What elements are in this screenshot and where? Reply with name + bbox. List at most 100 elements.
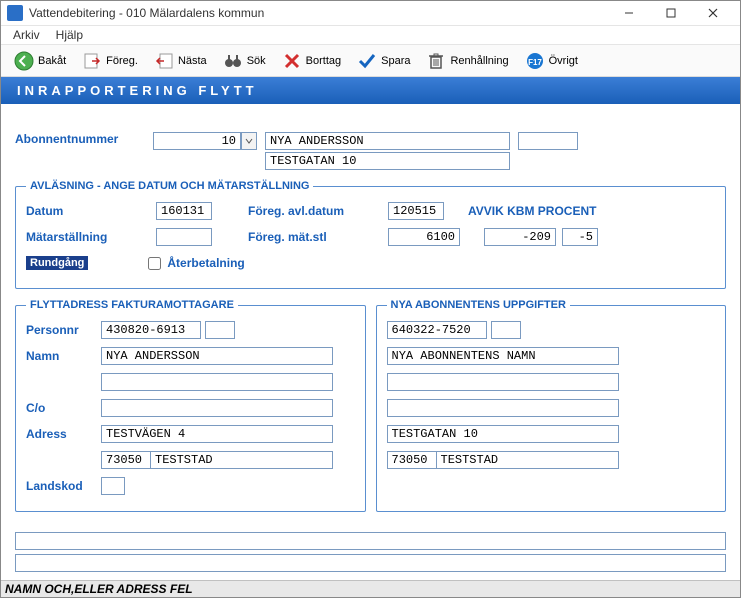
titlebar: Vattendebitering - 010 Mälardalens kommu… [1,1,740,26]
subscriber-name-field[interactable] [265,132,510,150]
refund-checkbox[interactable] [148,257,161,270]
delete-button[interactable]: Borttag [275,46,348,76]
refund-checkbox-wrap[interactable]: Återbetalning [148,256,244,270]
back-label: Bakåt [38,55,66,67]
next-icon [154,51,174,71]
prev-label: Föreg. [106,55,138,67]
menu-arkiv[interactable]: Arkiv [5,26,48,44]
co-label: C/o [26,401,101,415]
search-label: Sök [247,55,266,67]
maximize-icon [666,8,676,18]
long-field-2[interactable] [15,554,726,572]
new-namn2-field[interactable] [387,373,619,391]
trash-icon [426,51,446,71]
deviation-kbm-field[interactable] [484,228,556,246]
prev-icon [82,51,102,71]
personnr-field[interactable] [101,321,201,339]
personnr-label: Personnr [26,323,101,337]
subscriber-dropdown-button[interactable] [241,132,257,150]
back-icon [14,51,34,71]
namn-field[interactable] [101,347,333,365]
new-postnr-field[interactable] [387,451,437,469]
menubar: Arkiv Hjälp [1,26,740,45]
adress-label: Adress [26,427,101,441]
namn-label: Namn [26,349,101,363]
new-subscriber-fieldset: NYA ABONNENTENS UPPGIFTER [376,299,727,512]
ort-field[interactable] [151,451,333,469]
bottom-fields [15,532,726,572]
landskod-label: Landskod [26,479,101,493]
new-adress-field[interactable] [387,425,619,443]
personnr-extra-field[interactable] [205,321,235,339]
date-field[interactable] [156,202,212,220]
trash-button[interactable]: Renhållning [419,46,515,76]
deviation-pct-field[interactable] [562,228,598,246]
subscriber-label: Abonnentnummer [15,132,145,146]
search-button[interactable]: Sök [216,46,273,76]
reading-legend: AVLÄSNING - ANGE DATUM OCH MÄTARSTÄLLNIN… [26,180,313,192]
subscriber-row: Abonnentnummer [15,132,726,170]
meter-label: Mätarställning [26,230,156,244]
new-ort-field[interactable] [437,451,619,469]
co-field[interactable] [101,399,333,417]
maximize-button[interactable] [650,1,692,25]
banner-title: INRAPPORTERING FLYTT [17,83,258,98]
new-co-field[interactable] [387,399,619,417]
window-controls [608,1,734,25]
deviation-label: AVVIK KBM PROCENT [468,204,596,218]
round-trip-label[interactable]: Rundgång [26,256,88,270]
save-button[interactable]: Spara [350,46,417,76]
refund-label: Återbetalning [167,256,244,270]
address-fieldsets: FLYTTADRESS FAKTURAMOTTAGARE Personnr Na… [15,299,726,522]
postnr-field[interactable] [101,451,151,469]
toolbar: Bakåt Föreg. Nästa Sök Borttag [1,45,740,77]
other-label: Övrigt [549,55,578,67]
date-label: Datum [26,204,156,218]
prev-date-label: Föreg. avl.datum [248,204,388,218]
subscriber-number-field[interactable] [153,132,241,150]
svg-text:F17: F17 [528,58,542,67]
namn2-field[interactable] [101,373,333,391]
new-personnr-extra-field[interactable] [491,321,521,339]
back-button[interactable]: Bakåt [7,46,73,76]
close-icon [708,8,718,18]
new-personnr-field[interactable] [387,321,487,339]
trash-label: Renhållning [450,55,508,67]
next-label: Nästa [178,55,207,67]
new-namn-field[interactable] [387,347,619,365]
minimize-icon [624,8,634,18]
delete-label: Borttag [306,55,341,67]
meter-field[interactable] [156,228,212,246]
next-button[interactable]: Nästa [147,46,214,76]
reading-fieldset: AVLÄSNING - ANGE DATUM OCH MÄTARSTÄLLNIN… [15,180,726,289]
statusbar: NAMN OCH,ELLER ADRESS FEL [1,580,740,597]
minimize-button[interactable] [608,1,650,25]
long-field-1[interactable] [15,532,726,550]
prev-date-field[interactable] [388,202,444,220]
app-window: Vattendebitering - 010 Mälardalens kommu… [0,0,741,598]
status-text: NAMN OCH,ELLER ADRESS FEL [5,582,193,596]
check-icon [357,51,377,71]
subscriber-extra-field[interactable] [518,132,578,150]
invoice-address-fieldset: FLYTTADRESS FAKTURAMOTTAGARE Personnr Na… [15,299,366,512]
save-label: Spara [381,55,410,67]
new-legend: NYA ABONNENTENS UPPGIFTER [387,299,570,311]
subscriber-addr-field[interactable] [265,152,510,170]
binoculars-icon [223,51,243,71]
landskod-field[interactable] [101,477,125,495]
app-icon [7,5,23,21]
prev-button[interactable]: Föreg. [75,46,145,76]
prev-meter-field[interactable] [388,228,460,246]
invoice-legend: FLYTTADRESS FAKTURAMOTTAGARE [26,299,238,311]
adress-field[interactable] [101,425,333,443]
menu-hjalp[interactable]: Hjälp [48,26,91,44]
chevron-down-icon [245,137,253,145]
other-button[interactable]: F17 Övrigt [518,46,585,76]
close-button[interactable] [692,1,734,25]
content-area: Abonnentnummer AVLÄSNING - ANGE DATUM OC… [1,104,740,580]
page-banner: INRAPPORTERING FLYTT [1,77,740,104]
prev-meter-label: Föreg. mät.stl [248,230,388,244]
window-title: Vattendebitering - 010 Mälardalens kommu… [29,6,608,20]
other-icon: F17 [525,51,545,71]
delete-icon [282,51,302,71]
